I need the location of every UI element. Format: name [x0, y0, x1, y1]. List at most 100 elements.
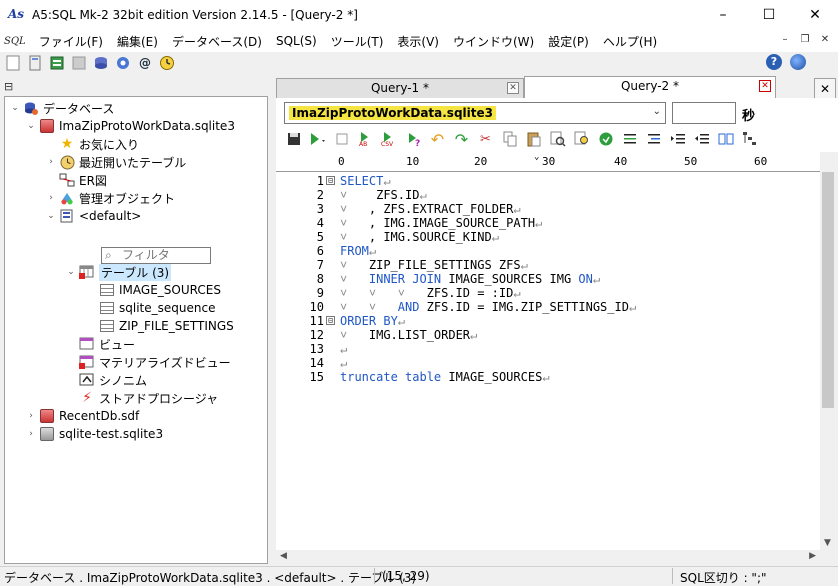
- split-view-icon[interactable]: [716, 130, 735, 149]
- find-icon[interactable]: [548, 130, 567, 149]
- globe-icon[interactable]: [790, 54, 806, 70]
- chevron-right-icon[interactable]: ›: [25, 428, 37, 440]
- maximize-button[interactable]: ☐: [746, 0, 792, 30]
- tree-node-db-recentdb[interactable]: › RecentDb.sdf: [25, 407, 139, 425]
- code-line[interactable]: SELECT↵: [340, 174, 391, 188]
- mdi-minimize-button[interactable]: –: [776, 32, 794, 48]
- help-icon[interactable]: ?: [766, 54, 782, 70]
- tree-node-recent-tables[interactable]: › 最近開いたテーブル: [45, 153, 186, 171]
- fold-toggle-icon[interactable]: ⊟: [326, 176, 335, 185]
- code-line[interactable]: FROM↵: [340, 244, 376, 258]
- chevron-down-icon[interactable]: ⌄: [45, 210, 57, 222]
- tree-collapse-icon[interactable]: ⊟: [4, 80, 13, 93]
- run-ab-icon[interactable]: AB: [356, 130, 375, 149]
- tree-node-views[interactable]: ビュー: [65, 335, 135, 353]
- panel-close-button[interactable]: ✕: [814, 78, 836, 100]
- code-line[interactable]: ˅ INNER JOIN IMAGE_SOURCES IMG ON↵: [340, 272, 600, 286]
- database-list-icon[interactable]: [92, 54, 110, 72]
- tree-node-default-schema[interactable]: ⌄ <default>: [45, 207, 141, 225]
- tree-node-materialized-views[interactable]: マテリアライズドビュー: [65, 353, 231, 371]
- stop-icon[interactable]: [332, 130, 351, 149]
- tree-node-synonyms[interactable]: シノニム: [65, 371, 147, 389]
- paste-icon[interactable]: [524, 130, 543, 149]
- close-icon[interactable]: ✕: [759, 80, 771, 92]
- refresh-icon[interactable]: [596, 130, 615, 149]
- scroll-left-icon[interactable]: ◀: [280, 551, 287, 561]
- cut-icon[interactable]: ✂: [476, 130, 495, 149]
- chevron-right-icon[interactable]: ›: [45, 192, 57, 204]
- tree-node-table-sqlite-sequence[interactable]: sqlite_sequence: [85, 299, 215, 317]
- code-line[interactable]: ˅ , IMG.IMAGE_SOURCE_PATH↵: [340, 216, 542, 230]
- database-tree[interactable]: ⌄ データベース ⌄ ImaZipProtoWorkData.sqlite3 ★…: [4, 96, 268, 564]
- tree-view-icon[interactable]: [740, 130, 759, 149]
- redo-icon[interactable]: ↷: [452, 130, 471, 149]
- explain-icon[interactable]: ?: [404, 130, 423, 149]
- code-line[interactable]: ˅ ˅ ˅ ZFS.ID = :ID↵: [340, 286, 521, 300]
- tree-node-favorites[interactable]: ★ お気に入り: [45, 135, 139, 153]
- menu-view[interactable]: 表示(V): [390, 33, 446, 50]
- outdent-icon[interactable]: [692, 130, 711, 149]
- menu-database[interactable]: データベース(D): [165, 33, 269, 50]
- code-line[interactable]: ˅ ˅ AND ZFS.ID = IMG.ZIP_SETTINGS_ID↵: [340, 300, 636, 314]
- chevron-down-icon[interactable]: ⌄: [25, 120, 37, 132]
- tree-node-table-image-sources[interactable]: IMAGE_SOURCES: [85, 281, 221, 299]
- timeout-seconds-input[interactable]: [672, 102, 736, 124]
- tab-query-2[interactable]: Query-2 * ✕: [524, 76, 776, 98]
- at-sign-icon[interactable]: @: [136, 54, 154, 72]
- chevron-down-icon[interactable]: ⌄: [65, 266, 77, 278]
- tree-node-stored-procedures[interactable]: ⚡ ストアドプロシージャ: [65, 389, 218, 407]
- run-dropdown-icon[interactable]: [308, 130, 327, 149]
- scroll-right-icon[interactable]: ▶: [809, 551, 816, 561]
- mdi-close-button[interactable]: ✕: [816, 32, 834, 48]
- code-line[interactable]: truncate table IMAGE_SOURCES↵: [340, 370, 550, 384]
- minimize-button[interactable]: –: [700, 0, 746, 30]
- chevron-right-icon[interactable]: ›: [45, 156, 57, 168]
- run-csv-icon[interactable]: CSV: [380, 130, 399, 149]
- database-disconnect-icon[interactable]: [70, 54, 88, 72]
- chevron-down-icon[interactable]: ⌄: [9, 102, 21, 114]
- align-left-icon[interactable]: [620, 130, 639, 149]
- format-sql-icon[interactable]: [644, 130, 663, 149]
- code-line[interactable]: ˅ , ZFS.EXTRACT_FOLDER↵: [340, 202, 521, 216]
- horizontal-scrollbar[interactable]: ◀ ▶: [276, 550, 820, 564]
- code-line[interactable]: ORDER BY↵: [340, 314, 405, 328]
- replace-icon[interactable]: [572, 130, 591, 149]
- code-line[interactable]: ˅ IMG.LIST_ORDER↵: [340, 328, 477, 342]
- mdi-restore-button[interactable]: ❐: [796, 32, 814, 48]
- tree-node-tables[interactable]: ⌄ テーブル (3): [65, 263, 172, 281]
- tab-query-1[interactable]: Query-1 * ✕: [276, 78, 524, 98]
- copy-icon[interactable]: [500, 130, 519, 149]
- menu-edit[interactable]: 編集(E): [110, 33, 165, 50]
- menu-settings[interactable]: 設定(P): [541, 33, 596, 50]
- tree-node-table-zip-file-settings[interactable]: ZIP_FILE_SETTINGS: [85, 317, 234, 335]
- fold-toggle-icon[interactable]: ⊟: [326, 316, 335, 325]
- tree-node-admin-objects[interactable]: › 管理オブジェクト: [45, 189, 175, 207]
- tree-node-databases[interactable]: ⌄ データベース: [9, 99, 114, 117]
- clock-icon[interactable]: [158, 54, 176, 72]
- open-file-icon[interactable]: [26, 54, 44, 72]
- tree-node-er-diagram[interactable]: ER図: [45, 171, 107, 189]
- vertical-scrollbar[interactable]: ▼: [820, 172, 836, 550]
- menu-window[interactable]: ウインドウ(W): [446, 33, 541, 50]
- scroll-down-icon[interactable]: ▼: [824, 538, 831, 548]
- menu-sql[interactable]: SQL(S): [269, 34, 324, 48]
- database-connect-icon[interactable]: [48, 54, 66, 72]
- new-file-icon[interactable]: [4, 54, 22, 72]
- menu-file[interactable]: ファイル(F): [32, 33, 110, 50]
- settings-gear-icon[interactable]: [114, 54, 132, 72]
- vertical-scroll-thumb[interactable]: [822, 172, 834, 408]
- tree-filter-input[interactable]: [122, 248, 208, 262]
- chevron-right-icon[interactable]: ›: [25, 410, 37, 422]
- tree-node-db-sqlite-test[interactable]: › sqlite-test.sqlite3: [25, 425, 163, 443]
- sql-editor[interactable]: 1 2 3 4 5 6 7 8 9 10 11 12 13 14 15 ⊟ ⊟ SELECT↵ ˅ ZFS.ID↵…: [276, 172, 820, 550]
- menu-tools[interactable]: ツール(T): [324, 33, 391, 50]
- tree-node-db-imazip[interactable]: ⌄ ImaZipProtoWorkData.sqlite3: [25, 117, 235, 135]
- tree-filter-box[interactable]: ⌕: [101, 247, 211, 264]
- code-line[interactable]: ↵: [340, 356, 347, 370]
- close-icon[interactable]: ✕: [507, 82, 519, 94]
- menu-help[interactable]: ヘルプ(H): [596, 33, 664, 50]
- undo-icon[interactable]: ↶: [428, 130, 447, 149]
- code-line[interactable]: ˅ ZIP_FILE_SETTINGS ZFS↵: [340, 258, 528, 272]
- save-icon[interactable]: [284, 130, 303, 149]
- close-button[interactable]: ✕: [792, 0, 838, 30]
